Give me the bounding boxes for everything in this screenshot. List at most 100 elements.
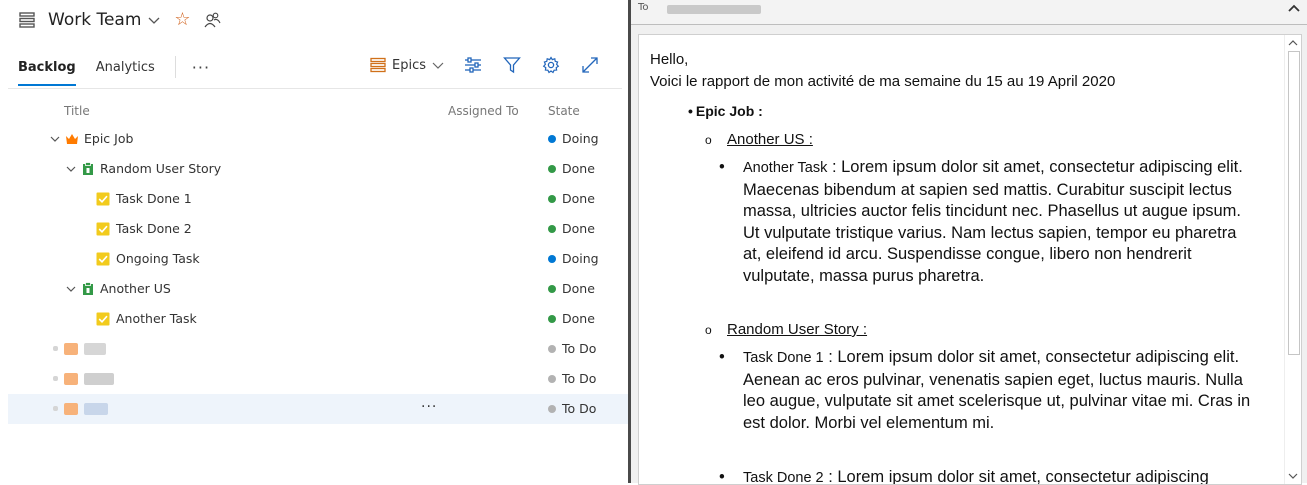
email-us-heading: Random User Story : xyxy=(705,321,867,338)
backlog-row-task[interactable]: Task Done 1 Done xyxy=(8,184,628,214)
email-task-name: Another Task xyxy=(743,160,828,176)
work-item-title[interactable]: Ongoing Task xyxy=(116,251,200,266)
redacted-marker xyxy=(53,406,58,411)
email-task-name: Task Done 1 xyxy=(743,350,824,366)
redacted-icon xyxy=(64,373,78,385)
state-dot xyxy=(548,194,556,203)
backlog-icon xyxy=(19,12,35,28)
state-cell: Doing xyxy=(548,131,599,146)
epic-crown-icon xyxy=(66,134,78,144)
collapse-chevron-icon[interactable] xyxy=(66,284,76,294)
state-dot xyxy=(548,344,556,353)
team-header: Work Team ☆ xyxy=(18,8,221,32)
header-divider xyxy=(8,88,622,89)
user-story-icon xyxy=(83,162,93,175)
backlog-row-story[interactable]: Random User Story Done xyxy=(8,154,628,184)
email-task-item: • Another Task : Lorem ipsum dolor sit a… xyxy=(719,157,1259,287)
backlog-row-story[interactable]: Another US Done xyxy=(8,274,628,304)
scroll-thumb[interactable] xyxy=(1288,51,1300,355)
column-header-assigned-to[interactable]: Assigned To xyxy=(448,104,519,118)
email-task-item: • Task Done 2 : Lorem ipsum dolor sit am… xyxy=(719,467,1259,485)
filter-icon[interactable] xyxy=(503,56,521,74)
view-options-icon[interactable] xyxy=(464,56,482,74)
work-item-title[interactable]: Random User Story xyxy=(100,161,221,176)
state-cell: Done xyxy=(548,281,595,296)
redacted-marker xyxy=(53,376,58,381)
view-tabs: Backlog Analytics ··· xyxy=(18,56,210,86)
state-label: To Do xyxy=(562,371,597,386)
work-item-title[interactable]: Another Task xyxy=(116,311,197,326)
settings-gear-icon[interactable] xyxy=(542,56,560,74)
state-label: Done xyxy=(562,281,595,296)
state-label: Done xyxy=(562,221,595,236)
state-label: Done xyxy=(562,161,595,176)
redacted-marker xyxy=(53,346,58,351)
scroll-up-icon[interactable] xyxy=(1288,39,1298,47)
state-cell: To Do xyxy=(548,401,596,416)
state-dot xyxy=(548,134,556,143)
task-checkbox-icon xyxy=(96,252,110,266)
backlog-row-redacted-selected[interactable]: ··· To Do xyxy=(8,394,628,424)
user-story-icon xyxy=(83,282,93,295)
work-item-title[interactable]: Epic Job xyxy=(84,131,133,146)
column-header-state[interactable]: State xyxy=(548,104,580,118)
backlog-row-redacted[interactable]: To Do xyxy=(8,364,628,394)
task-checkbox-icon xyxy=(96,192,110,206)
tab-backlog[interactable]: Backlog xyxy=(18,60,76,86)
work-item-title[interactable]: Task Done 2 xyxy=(116,221,192,236)
redacted-icon xyxy=(64,403,78,415)
team-title[interactable]: Work Team xyxy=(48,10,141,30)
backlog-row-task[interactable]: Another Task Done xyxy=(8,304,628,334)
state-cell: To Do xyxy=(548,371,596,386)
state-dot xyxy=(548,254,556,263)
email-task-text: Another Task : Lorem ipsum dolor sit ame… xyxy=(743,157,1259,287)
email-us-heading: Another US : xyxy=(705,131,813,148)
task-checkbox-icon xyxy=(96,312,110,326)
to-field[interactable]: To xyxy=(631,0,1307,25)
backlog-row-redacted[interactable]: To Do xyxy=(8,334,628,364)
backlog-level-label: Epics xyxy=(392,57,426,73)
task-checkbox-icon xyxy=(96,222,110,236)
email-body[interactable]: Hello, Voici le rapport de mon activité … xyxy=(638,34,1302,485)
row-more-actions-icon[interactable]: ··· xyxy=(421,399,437,415)
tab-divider xyxy=(174,56,176,78)
bullet: • xyxy=(719,348,725,366)
email-task-item: • Task Done 1 : Lorem ipsum dolor sit am… xyxy=(719,347,1259,434)
state-cell: Done xyxy=(548,221,595,236)
email-compose-pane: To Hello, Voici le rapport de mon activi… xyxy=(631,0,1307,485)
tab-analytics[interactable]: Analytics xyxy=(96,60,155,75)
collapse-chevron-icon[interactable] xyxy=(66,164,76,174)
backlog-row-task[interactable]: Task Done 2 Done xyxy=(8,214,628,244)
state-label: Done xyxy=(562,311,595,326)
email-task-description: : Lorem ipsum dolor sit amet, consectetu… xyxy=(823,468,1209,485)
state-cell: Done xyxy=(548,191,595,206)
backlog-level-picker[interactable]: Epics xyxy=(370,57,444,73)
state-cell: Done xyxy=(548,161,595,176)
collapse-chevron-icon[interactable] xyxy=(50,134,60,144)
email-greeting: Hello, xyxy=(650,51,689,68)
backlog-row-task[interactable]: Ongoing Task Doing xyxy=(8,244,628,274)
state-label: Doing xyxy=(562,131,599,146)
team-members-icon[interactable] xyxy=(203,11,221,29)
fullscreen-icon[interactable] xyxy=(581,56,599,74)
column-header-title[interactable]: Title xyxy=(64,104,90,118)
state-label: To Do xyxy=(562,401,597,416)
work-item-title[interactable]: Another US xyxy=(100,281,171,296)
email-epic-heading: Epic Job : xyxy=(688,103,763,119)
favorite-star-icon[interactable]: ☆ xyxy=(174,11,190,29)
chevron-down-icon[interactable] xyxy=(148,14,160,26)
state-dot xyxy=(548,404,556,413)
bullet: • xyxy=(719,158,725,176)
more-tabs-icon[interactable]: ··· xyxy=(192,58,210,77)
backlog-toolbar: Epics xyxy=(370,54,620,76)
chevron-up-icon[interactable] xyxy=(1288,3,1300,15)
to-label: To xyxy=(638,2,649,13)
scroll-down-icon[interactable] xyxy=(1288,472,1298,480)
work-item-title[interactable]: Task Done 1 xyxy=(116,191,192,206)
vertical-scrollbar[interactable] xyxy=(1284,35,1301,484)
redacted-icon xyxy=(64,343,78,355)
email-task-text: Task Done 1 : Lorem ipsum dolor sit amet… xyxy=(743,347,1259,434)
backlog-row-epic[interactable]: Epic Job Doing xyxy=(8,124,628,154)
email-intro: Voici le rapport de mon activité de ma s… xyxy=(650,73,1116,90)
state-cell: Done xyxy=(548,311,595,326)
